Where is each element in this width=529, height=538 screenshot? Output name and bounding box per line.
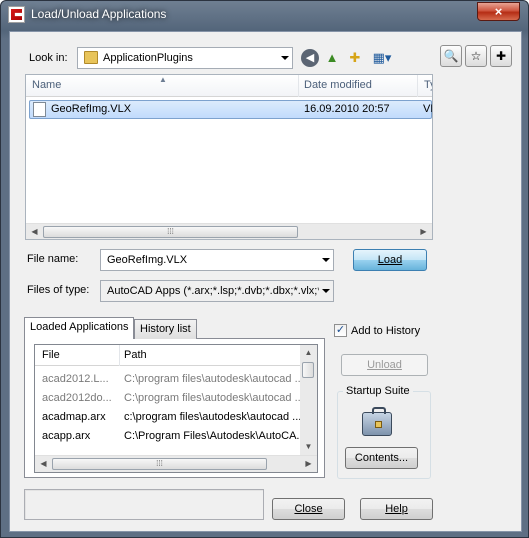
file-name-cell: GeoRefImg.VLX <box>51 103 132 115</box>
column-file[interactable]: File <box>42 349 60 361</box>
window-title: Load/Unload Applications <box>31 7 167 21</box>
scroll-thumb[interactable]: ⁞⁞⁞ <box>52 458 267 470</box>
lookin-label: Look in: <box>29 52 68 64</box>
find-icon[interactable]: 🔍 <box>440 45 462 67</box>
close-window-button[interactable]: × <box>477 2 520 21</box>
dialog-client-area: Look in: ApplicationPlugins ◀ ▲ ✚ ▦▾ 🔍 ☆… <box>9 31 522 532</box>
lookin-value: ApplicationPlugins <box>103 52 193 64</box>
app-path-cell: C:\program files\autodesk\autocad ... <box>124 373 300 385</box>
add-to-history-checkbox[interactable]: ✓ <box>334 324 347 337</box>
dialog-window: Load/Unload Applications × Look in: Appl… <box>0 0 529 538</box>
load-button-label: Load <box>377 254 403 266</box>
scroll-thumb[interactable] <box>302 362 314 378</box>
close-button-label: Close <box>294 503 323 515</box>
chevron-down-icon <box>322 289 330 293</box>
views-menu-icon[interactable]: ▦▾ <box>369 49 395 67</box>
filename-combo[interactable]: GeoRefImg.VLX <box>100 249 334 271</box>
close-button[interactable]: Close <box>272 498 345 520</box>
app-file-cell: acad2012.L... <box>42 373 109 385</box>
list-item[interactable]: acadmap.arx c:\program files\autodesk\au… <box>35 409 301 428</box>
scroll-up-icon[interactable]: ▲ <box>300 345 317 361</box>
tab-history-list[interactable]: History list <box>134 319 197 339</box>
filetype-combo[interactable]: AutoCAD Apps (*.arx;*.lsp;*.dvb;*.dbx;*.… <box>100 280 334 302</box>
app-path-cell: C:\Program Files\Autodesk\AutoCA... <box>124 430 300 442</box>
column-path[interactable]: Path <box>124 349 147 361</box>
chevron-down-icon <box>322 258 330 262</box>
loaded-list-header: File Path <box>35 345 301 366</box>
filename-value: GeoRefImg.VLX <box>107 254 188 266</box>
file-type-cell: VL <box>423 103 432 115</box>
locate-icon[interactable]: ☆ <box>465 45 487 67</box>
filename-label: File name: <box>27 253 79 265</box>
contents-button-label: Contents... <box>354 452 409 464</box>
filetype-value: AutoCAD Apps (*.arx;*.lsp;*.dvb;*.dbx;*.… <box>107 285 319 297</box>
app-file-cell: acad2012do... <box>42 392 112 404</box>
list-item[interactable]: acapp.arx C:\Program Files\Autodesk\Auto… <box>35 428 301 447</box>
add-to-history-text: Add to History <box>351 325 421 337</box>
scroll-right-icon[interactable]: ▶ <box>415 224 432 239</box>
column-separator[interactable] <box>119 345 120 366</box>
column-separator[interactable] <box>417 75 418 97</box>
file-date-cell: 16.09.2010 20:57 <box>304 103 390 115</box>
list-item[interactable]: acad2012do... C:\program files\autodesk\… <box>35 390 301 409</box>
app-file-cell: acadmap.arx <box>42 411 106 423</box>
add-to-history-label: Add to History <box>351 325 420 337</box>
loaded-list-vscrollbar[interactable]: ▲ ▼ <box>300 345 317 455</box>
app-file-cell: acapp.arx <box>42 430 91 442</box>
file-list-header: ▲ Name Date modified Ty <box>26 75 432 97</box>
unload-button-label: Unload <box>367 359 402 371</box>
up-folder-icon[interactable]: ▲ <box>323 49 341 67</box>
column-type[interactable]: Ty <box>424 79 432 91</box>
folder-icon <box>84 51 98 64</box>
tab-loaded-applications[interactable]: Loaded Applications <box>24 317 135 339</box>
app-path-cell: C:\program files\autodesk\autocad ... <box>124 392 300 404</box>
startup-suite-label: Startup Suite <box>343 385 413 397</box>
file-row-selected[interactable]: GeoRefImg.VLX 16.09.2010 20:57 VL <box>29 100 432 119</box>
contents-button[interactable]: Contents... <box>345 447 418 469</box>
help-button[interactable]: Help <box>360 498 433 520</box>
autocad-app-icon <box>8 6 25 23</box>
loaded-applications-list[interactable]: File Path acad2012.L... C:\program files… <box>34 344 318 473</box>
column-date-modified[interactable]: Date modified <box>304 79 372 91</box>
list-item[interactable]: acad2012.L... C:\program files\autodesk\… <box>35 371 301 390</box>
filetype-label: Files of type: <box>27 284 90 296</box>
scroll-left-icon[interactable]: ◀ <box>35 456 52 472</box>
back-icon[interactable]: ◀ <box>301 49 319 67</box>
load-button[interactable]: Load <box>353 249 427 271</box>
status-box <box>24 489 264 520</box>
add-favorite-icon[interactable]: ✚ <box>490 45 512 67</box>
scroll-right-icon[interactable]: ▶ <box>300 456 317 472</box>
lookin-combo[interactable]: ApplicationPlugins <box>77 47 293 69</box>
loaded-list-hscrollbar[interactable]: ◀ ⁞⁞⁞ ▶ <box>35 455 317 472</box>
scroll-down-icon[interactable]: ▼ <box>300 439 317 455</box>
column-name[interactable]: Name <box>32 79 61 91</box>
title-bar: Load/Unload Applications × <box>1 1 528 31</box>
briefcase-icon <box>362 407 392 436</box>
unload-button[interactable]: Unload <box>341 354 428 376</box>
help-button-label: Help <box>385 503 408 515</box>
new-folder-icon[interactable]: ✚ <box>346 49 364 67</box>
app-path-cell: c:\program files\autodesk\autocad ... <box>124 411 300 423</box>
file-list[interactable]: ▲ Name Date modified Ty GeoRefImg.VLX 16… <box>25 74 433 240</box>
column-separator[interactable] <box>298 75 299 97</box>
chevron-down-icon <box>281 56 289 60</box>
file-list-hscrollbar[interactable]: ◀ ⁞⁞⁞ ▶ <box>26 223 432 239</box>
scroll-left-icon[interactable]: ◀ <box>26 224 43 239</box>
scroll-thumb[interactable]: ⁞⁞⁞ <box>43 226 298 238</box>
sort-ascending-icon: ▲ <box>159 75 167 84</box>
file-icon <box>33 102 46 117</box>
